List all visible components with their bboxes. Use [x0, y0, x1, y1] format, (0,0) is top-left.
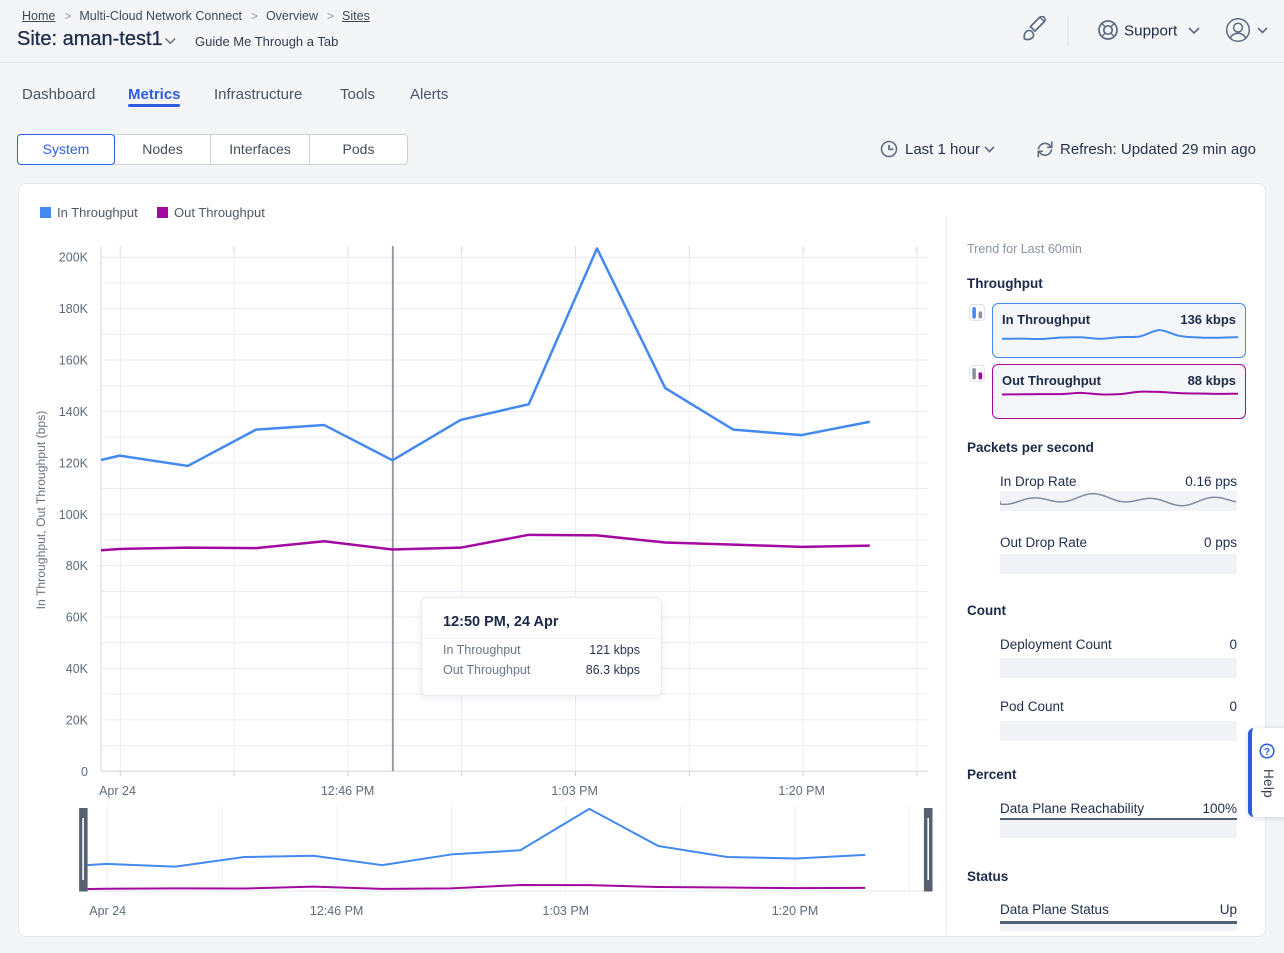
svg-text:40K: 40K	[66, 662, 89, 676]
svg-text:200K: 200K	[59, 251, 89, 265]
svg-text:12:46 PM: 12:46 PM	[310, 904, 364, 918]
svg-text:?: ?	[1264, 747, 1270, 758]
svg-text:In Throughput, Out Throughput: In Throughput, Out Throughput (bps)	[34, 411, 48, 610]
svg-text:Apr 24: Apr 24	[99, 784, 136, 798]
svg-text:120K: 120K	[59, 456, 89, 470]
svg-text:60K: 60K	[66, 611, 89, 625]
svg-text:12:46 PM: 12:46 PM	[321, 784, 375, 798]
svg-text:80K: 80K	[66, 559, 89, 573]
svg-text:180K: 180K	[59, 302, 89, 316]
svg-text:1:03 PM: 1:03 PM	[543, 904, 590, 918]
svg-text:100K: 100K	[59, 508, 89, 522]
svg-text:1:03 PM: 1:03 PM	[551, 784, 598, 798]
svg-text:1:20 PM: 1:20 PM	[778, 784, 825, 798]
svg-text:160K: 160K	[59, 354, 89, 368]
svg-text:140K: 140K	[59, 405, 89, 419]
svg-text:20K: 20K	[66, 713, 89, 727]
svg-text:1:20 PM: 1:20 PM	[772, 904, 819, 918]
svg-text:Apr 24: Apr 24	[89, 904, 126, 918]
svg-text:0: 0	[81, 765, 88, 779]
svg-text:Support: Support	[1124, 23, 1178, 40]
